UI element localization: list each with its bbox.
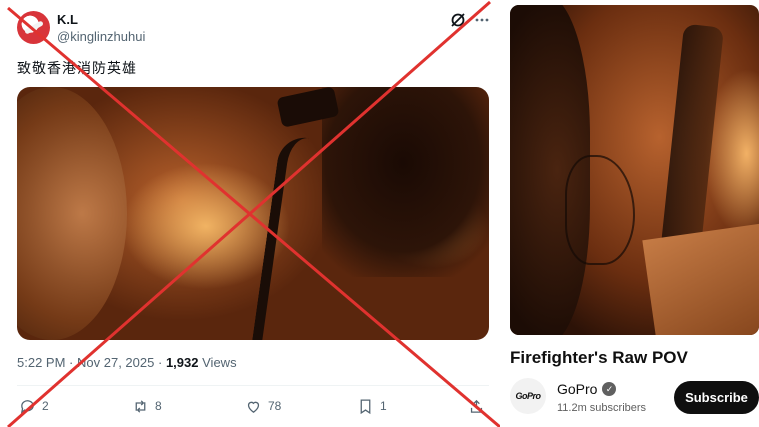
reply-count: 2 <box>42 399 49 413</box>
share-button[interactable] <box>468 397 485 415</box>
divider <box>17 385 489 386</box>
tweet-card: K.L @kinglinzhuhui 致敬香港消防英雄 5:22 PM · No… <box>0 0 500 427</box>
tweet-date[interactable]: Nov 27, 2025 <box>77 355 154 370</box>
user-handle[interactable]: @kinglinzhuhui <box>57 29 145 44</box>
repost-count: 8 <box>155 399 162 413</box>
channel-name[interactable]: GoPro <box>557 381 597 397</box>
verified-icon: ✓ <box>602 382 617 396</box>
bookmark-count: 1 <box>380 399 387 413</box>
display-name[interactable]: K.L <box>57 12 78 27</box>
tweet-text: 致敬香港消防英雄 <box>17 60 137 76</box>
channel-logo: GoPro <box>515 391 541 401</box>
grok-icon[interactable] <box>450 12 466 28</box>
repost-icon <box>135 399 146 413</box>
views-label: Views <box>202 355 237 370</box>
bookmark-button[interactable]: 1 <box>357 397 387 415</box>
video-thumbnail[interactable] <box>510 5 759 335</box>
reply-button[interactable]: 2 <box>19 397 49 415</box>
views-count: 1,932 <box>165 355 199 370</box>
more-icon[interactable] <box>474 12 490 28</box>
reply-icon <box>20 399 34 414</box>
separator: · <box>157 355 163 370</box>
like-button[interactable]: 78 <box>245 397 281 415</box>
subscriber-count: 11.2m subscribers <box>557 402 647 414</box>
like-count: 78 <box>268 399 282 413</box>
subscribe-button[interactable]: Subscribe <box>674 381 759 414</box>
tweet-time[interactable]: 5:22 PM <box>17 355 65 370</box>
video-title[interactable]: Firefighter's Raw POV <box>510 348 688 368</box>
user-avatar[interactable] <box>17 11 50 44</box>
timestamp-row: 5:22 PM · Nov 27, 2025 · 1,932 Views <box>17 355 237 370</box>
repost-button[interactable]: 8 <box>132 397 162 415</box>
bookmark-icon <box>360 398 371 414</box>
channel-avatar[interactable]: GoPro <box>510 378 546 414</box>
separator: · <box>69 355 74 370</box>
tweet-video[interactable] <box>17 87 489 340</box>
share-icon <box>470 399 483 413</box>
like-icon <box>247 401 260 413</box>
channel-name-row[interactable]: GoPro ✓ <box>557 381 617 397</box>
